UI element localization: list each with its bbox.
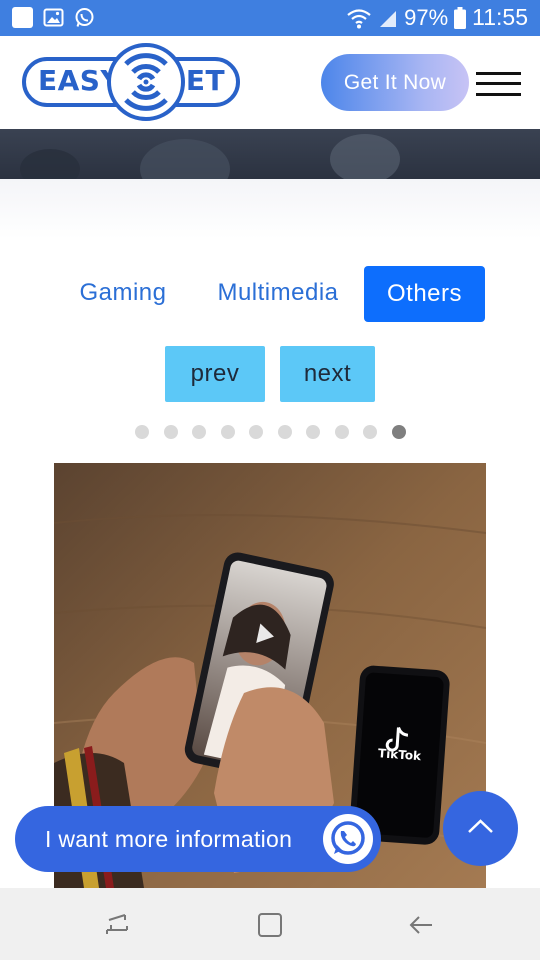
battery-icon [454,6,467,29]
carousel-dot[interactable] [249,425,263,439]
whatsapp-cta-button[interactable]: I want more information [15,806,381,872]
home-icon[interactable] [257,912,283,938]
notification-square-icon [12,7,33,28]
hero-image-strip [0,129,540,179]
system-nav-bar [0,888,540,960]
scroll-top-button[interactable] [443,791,518,866]
get-it-now-button[interactable]: Get It Now [321,54,469,111]
carousel-dot[interactable] [334,425,349,439]
carousel-dot[interactable] [306,425,320,439]
image-icon [43,8,64,27]
section-divider [0,179,540,239]
carousel-dots [0,424,540,440]
carousel-dot[interactable] [277,425,292,439]
carousel-dot[interactable] [163,425,178,439]
tab-multimedia[interactable]: Multimedia [200,265,356,321]
prev-button[interactable]: prev [165,346,265,402]
chevron-up-icon [468,819,493,833]
recent-apps-icon[interactable] [105,912,131,938]
status-bar-left [12,7,95,28]
screen: 97% 11:55 EASY NET Get It Now Gaming Mul… [0,0,540,960]
carousel-dot[interactable] [220,425,235,439]
back-icon[interactable] [408,912,434,938]
battery-percent: 97% [404,4,449,30]
carousel-dot[interactable] [135,425,149,439]
signal-icon [380,10,397,27]
status-bar-right: 97% 11:55 [346,4,528,31]
hamburger-icon[interactable] [476,72,521,96]
tab-others[interactable]: Others [364,266,485,322]
carousel-dot[interactable] [391,425,406,439]
tab-gaming[interactable]: Gaming [62,265,184,321]
next-button[interactable]: next [280,346,375,402]
site-header: EASY NET Get It Now [0,36,540,129]
logo-signal-icon [107,43,185,121]
carousel-dot[interactable] [192,425,206,439]
whatsapp-icon [323,814,373,864]
carousel-dot[interactable] [363,425,377,439]
status-bar: 97% 11:55 [0,0,540,36]
whatsapp-icon [75,8,94,27]
whatsapp-cta-label: I want more information [45,825,293,852]
logo[interactable]: EASY NET [22,42,240,122]
clock: 11:55 [472,4,528,30]
wifi-icon [347,8,371,28]
